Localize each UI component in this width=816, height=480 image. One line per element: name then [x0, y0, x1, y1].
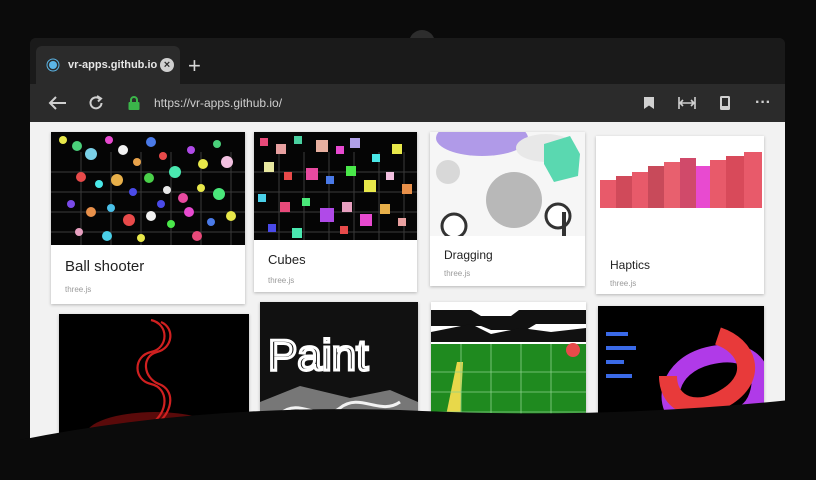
browser-window: vr-apps.github.io × + https://vr-apps.gi…	[30, 38, 785, 440]
more-menu-icon[interactable]: ···	[751, 91, 775, 115]
card-title: Ball shooter	[65, 258, 145, 275]
cubes-thumbnail	[254, 132, 417, 240]
card-subtitle: three.js	[65, 285, 92, 294]
ball-shooter-thumbnail	[51, 132, 245, 245]
card-title: Cubes	[268, 252, 306, 267]
app-card-haptics[interactable]: Haptics three.js	[596, 136, 764, 294]
new-tab-button[interactable]: +	[188, 55, 201, 77]
mobile-view-icon[interactable]	[713, 91, 737, 115]
card-subtitle: three.js	[610, 279, 637, 288]
card-title: Dragging	[444, 248, 493, 262]
tab-vr-apps[interactable]: vr-apps.github.io ×	[36, 46, 180, 84]
page-content: Ball shooter three.js Cubes three.js Dra…	[30, 122, 785, 440]
app-card-cubes[interactable]: Cubes three.js	[254, 132, 417, 292]
vr-floor-curve	[0, 400, 816, 480]
dragging-thumbnail	[430, 132, 585, 236]
paint-scribble-text: Paint	[268, 331, 368, 380]
haptics-thumbnail	[596, 136, 764, 242]
card-title: Haptics	[610, 258, 651, 272]
tab-bar: vr-apps.github.io × +	[30, 38, 785, 84]
favicon-icon	[46, 58, 60, 72]
card-subtitle: three.js	[444, 269, 471, 278]
toolbar: https://vr-apps.github.io/ ···	[30, 84, 785, 122]
app-card-dragging[interactable]: Dragging three.js	[430, 132, 585, 286]
window-size-icon[interactable]	[675, 91, 699, 115]
reload-icon[interactable]	[84, 91, 108, 115]
card-subtitle: three.js	[268, 276, 295, 285]
lock-icon	[122, 91, 146, 115]
url-field[interactable]: https://vr-apps.github.io/	[154, 96, 282, 110]
bookmark-icon[interactable]	[637, 91, 661, 115]
close-tab-icon[interactable]: ×	[160, 58, 174, 72]
app-card-ball-shooter[interactable]: Ball shooter three.js	[51, 132, 245, 304]
back-arrow-icon[interactable]	[46, 91, 70, 115]
tab-title: vr-apps.github.io	[68, 59, 158, 71]
